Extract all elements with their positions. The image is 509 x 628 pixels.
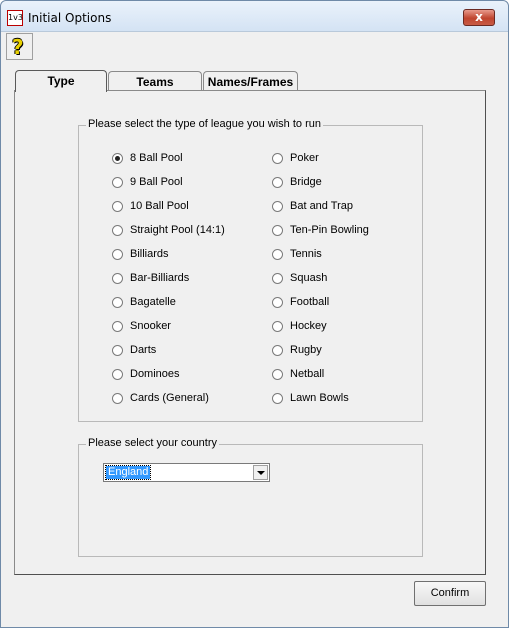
radio-label: Tennis	[290, 248, 322, 260]
radio-button[interactable]	[112, 393, 123, 404]
radio-button[interactable]	[112, 201, 123, 212]
radio-label: Bat and Trap	[290, 200, 353, 212]
radio-label: Bridge	[290, 176, 322, 188]
radio-button[interactable]	[112, 273, 123, 284]
radio-label: 10 Ball Pool	[130, 200, 189, 212]
close-icon: x	[475, 10, 483, 24]
radio-button[interactable]	[112, 249, 123, 260]
app-icon: 1v3	[7, 10, 23, 26]
radio-label: Squash	[290, 272, 328, 284]
radio-label: Bar-Billiards	[130, 272, 190, 284]
radio-button[interactable]	[272, 225, 283, 236]
title-bar[interactable]: 1v3 Initial Options x	[1, 1, 508, 32]
window-title: Initial Options	[28, 11, 112, 25]
radio-label: Darts	[130, 344, 157, 356]
help-button[interactable]: ?	[6, 33, 33, 60]
radio-button[interactable]	[112, 177, 123, 188]
radio-button[interactable]	[112, 345, 123, 356]
radio-button[interactable]	[112, 369, 123, 380]
radio-label: 8 Ball Pool	[130, 152, 183, 164]
radio-button[interactable]	[272, 297, 283, 308]
country-group: Please select your country England	[78, 437, 423, 557]
radio-label: Football	[290, 296, 330, 308]
radio-button[interactable]	[272, 153, 283, 164]
radio-label: Ten-Pin Bowling	[290, 224, 369, 236]
radio-label: 9 Ball Pool	[130, 176, 183, 188]
question-mark-icon: ?	[12, 35, 24, 59]
radio-label: Lawn Bowls	[290, 392, 349, 404]
tab-type[interactable]: Type	[15, 70, 107, 92]
tab-names-frames[interactable]: Names/Frames	[203, 71, 298, 92]
radio-label: Hockey	[290, 320, 327, 332]
radio-label: Poker	[290, 152, 319, 164]
radio-label: Bagatelle	[130, 296, 176, 308]
radio-button[interactable]	[272, 321, 283, 332]
country-group-label: Please select your country	[86, 437, 220, 449]
type-tab-panel: Please select the type of league you wis…	[14, 90, 486, 575]
radio-label: Netball	[290, 368, 325, 380]
confirm-button[interactable]: Confirm	[414, 581, 486, 606]
chevron-down-icon[interactable]	[253, 465, 268, 480]
radio-button[interactable]	[272, 249, 283, 260]
radio-label: Straight Pool (14:1)	[130, 224, 225, 236]
radio-button[interactable]	[272, 369, 283, 380]
radio-button[interactable]	[112, 153, 123, 164]
radio-button[interactable]	[112, 297, 123, 308]
radio-label: Rugby	[290, 344, 322, 356]
tab-teams[interactable]: Teams	[108, 71, 202, 92]
radio-label: Billiards	[130, 248, 169, 260]
country-select-value: England	[104, 465, 152, 480]
league-type-group: Please select the type of league you wis…	[78, 118, 423, 422]
league-type-group-label: Please select the type of league you wis…	[86, 118, 323, 130]
radio-button[interactable]	[272, 273, 283, 284]
radio-button[interactable]	[112, 321, 123, 332]
radio-label: Snooker	[130, 320, 171, 332]
radio-button[interactable]	[112, 225, 123, 236]
close-button[interactable]: x	[463, 9, 495, 26]
radio-button[interactable]	[272, 201, 283, 212]
radio-label: Dominoes	[130, 368, 180, 380]
initial-options-window: 1v3 Initial Options x ? Type Teams Names…	[0, 0, 509, 628]
radio-button[interactable]	[272, 345, 283, 356]
radio-button[interactable]	[272, 177, 283, 188]
radio-button[interactable]	[272, 393, 283, 404]
country-select[interactable]: England	[103, 463, 270, 482]
radio-label: Cards (General)	[130, 392, 209, 404]
